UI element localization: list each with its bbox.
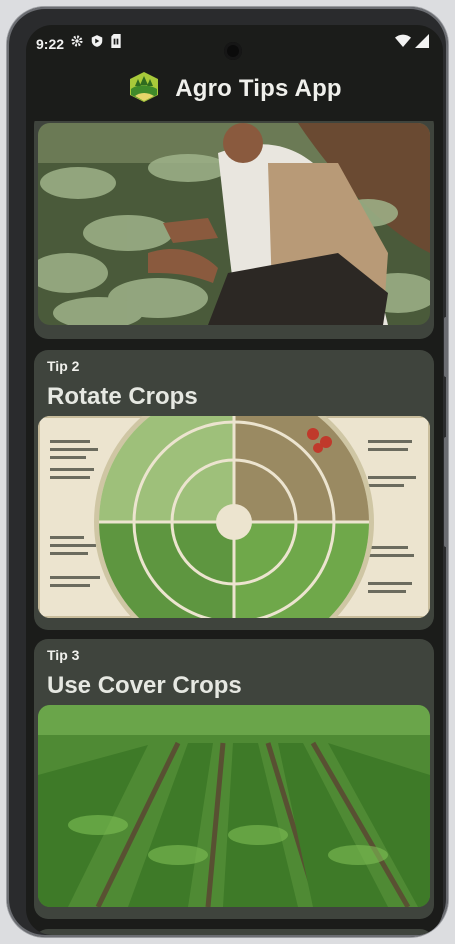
tip-title: Rotate Crops <box>47 383 198 410</box>
tip-card[interactable] <box>34 121 434 339</box>
app-bar: Agro Tips App <box>26 61 443 117</box>
tip-image-cover-crops <box>38 705 430 907</box>
sim-card-icon <box>110 34 122 51</box>
volume-button <box>444 437 448 547</box>
tip-card[interactable] <box>34 929 434 935</box>
front-camera <box>224 42 242 60</box>
tip-image-farmer <box>38 123 430 325</box>
tip-number: Tip 3 <box>47 647 80 663</box>
power-button <box>444 317 448 377</box>
phone-frame: 9:22 Agro Tips App Tip 2 Rotate Crops Ti… <box>7 7 448 937</box>
status-bar: 9:22 <box>26 25 443 61</box>
app-title: Agro Tips App <box>175 75 342 102</box>
status-time: 9:22 <box>36 36 65 52</box>
signal-icon <box>415 34 429 51</box>
tip-title: Use Cover Crops <box>47 672 242 699</box>
tip-card[interactable]: Tip 3 Use Cover Crops <box>34 639 434 919</box>
gear-icon <box>70 34 84 51</box>
shield-icon <box>90 34 104 51</box>
tips-list[interactable]: Tip 2 Rotate Crops Tip 3 Use Cover Crops <box>26 121 443 935</box>
tip-card[interactable]: Tip 2 Rotate Crops <box>34 350 434 630</box>
tip-image-crop-rotation <box>38 416 430 618</box>
screen: 9:22 Agro Tips App Tip 2 Rotate Crops Ti… <box>26 25 443 935</box>
tip-number: Tip 2 <box>47 358 80 374</box>
app-logo-icon <box>127 70 161 109</box>
wifi-icon <box>395 34 411 51</box>
